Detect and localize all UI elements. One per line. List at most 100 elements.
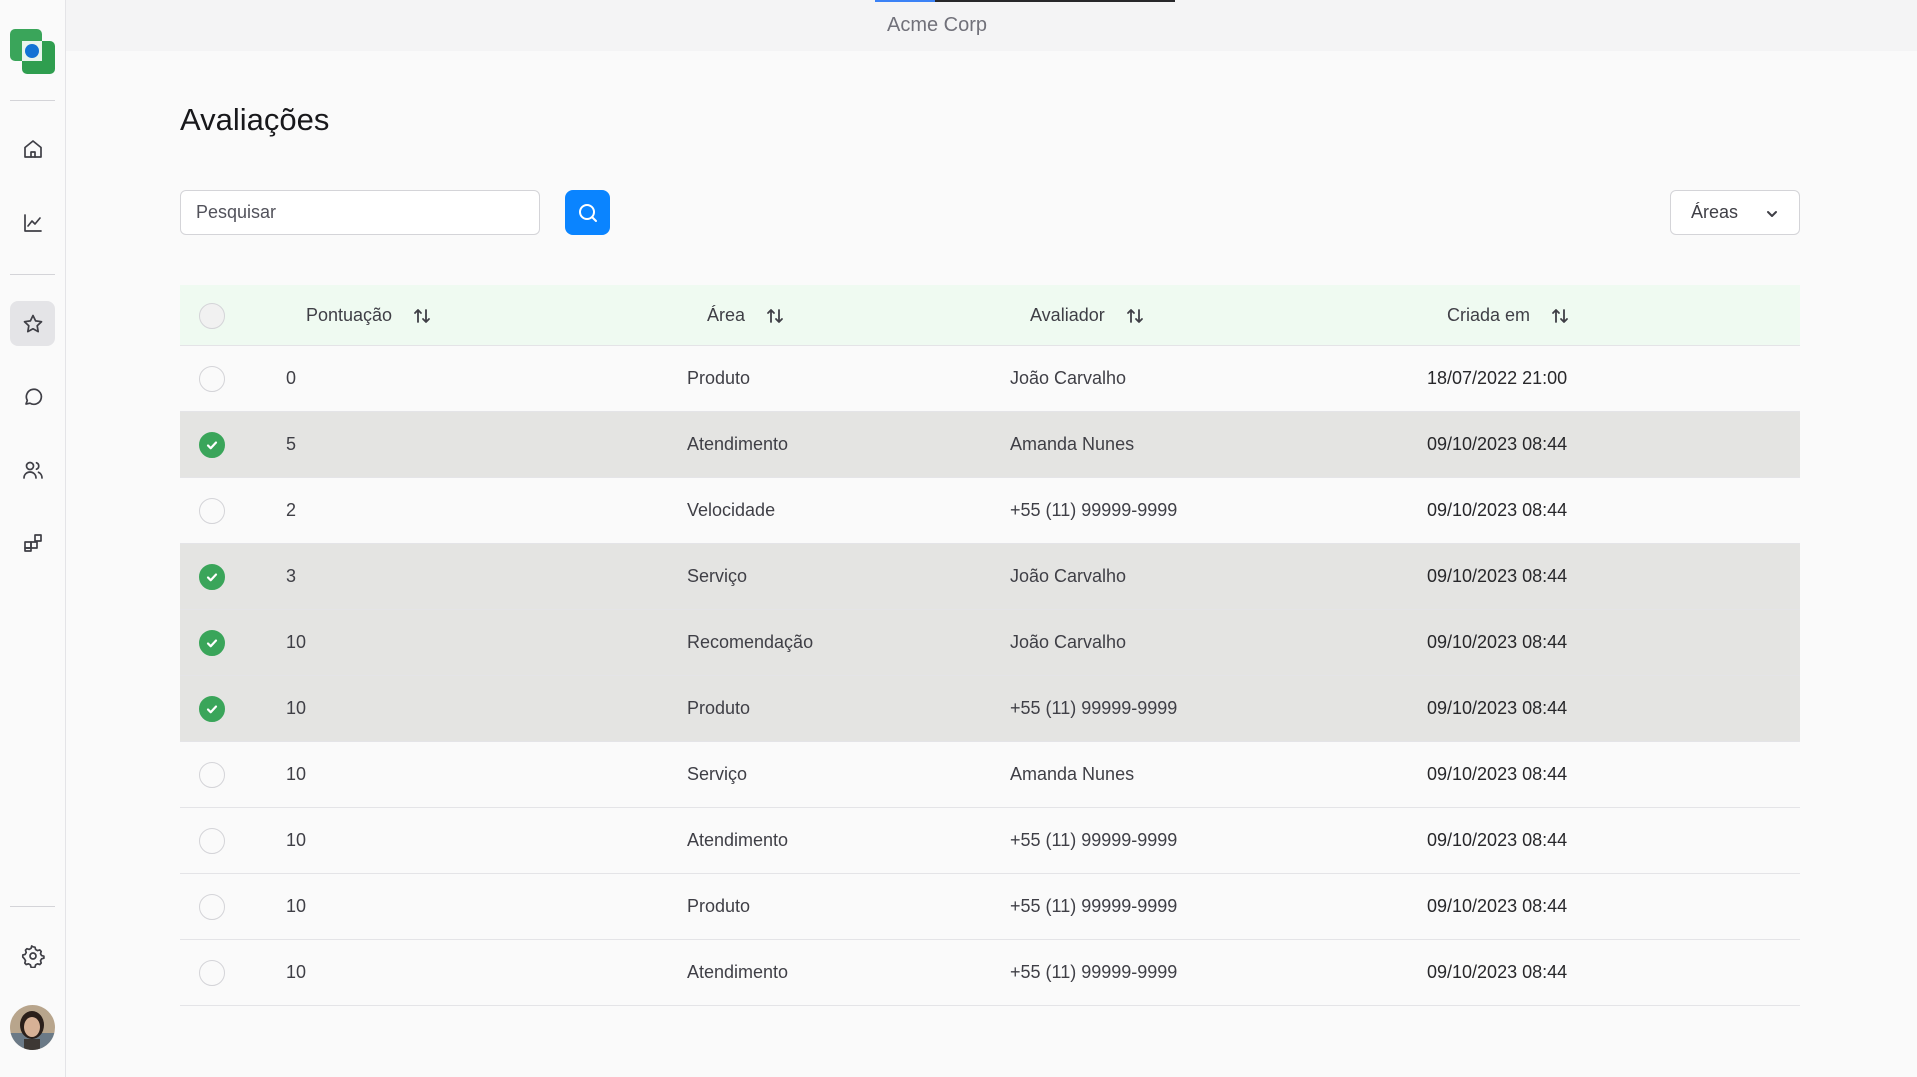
row-checkbox[interactable]	[199, 695, 225, 722]
search-input[interactable]	[180, 190, 540, 235]
area-cell: Serviço	[687, 764, 748, 784]
score-cell: 10	[286, 764, 307, 784]
table-row[interactable]: 10 Atendimento +55 (11) 99999-9999 09/10/20…	[180, 808, 1800, 874]
sidebar-item-users[interactable]	[10, 447, 55, 492]
score-cell: 10	[286, 698, 307, 718]
app-logo[interactable]	[10, 29, 55, 74]
table-row[interactable]: 10 Serviço Amanda Nunes 09/10/2023 08:44	[180, 742, 1800, 808]
area-cell: Produto	[687, 896, 751, 916]
sidebar-item-settings[interactable]	[10, 933, 55, 978]
sidebar-item-home[interactable]	[10, 126, 55, 171]
home-icon	[23, 139, 42, 158]
created-cell: 09/10/2023 08:44	[1427, 434, 1568, 454]
sidebar-item-ratings[interactable]	[10, 301, 55, 346]
table-row[interactable]: 2 Velocidade +55 (11) 99999-9999 09/10/2023…	[180, 478, 1800, 544]
created-cell: 09/10/2023 08:44	[1427, 962, 1568, 982]
area-cell: Atendimento	[687, 830, 789, 850]
created-cell: 09/10/2023 08:44	[1427, 566, 1568, 586]
created-cell: 09/10/2023 08:44	[1427, 698, 1568, 718]
table-row[interactable]: 10 Atendimento +55 (11) 99999-9999 09/10/20…	[180, 940, 1800, 1006]
row-checkbox[interactable]	[199, 893, 225, 920]
table-row[interactable]: 10 Produto +55 (11) 99999-9999 09/10/2023 0…	[180, 676, 1800, 742]
search-icon	[578, 203, 597, 222]
evaluator-cell: Amanda Nunes	[1010, 434, 1135, 454]
row-checkbox[interactable]	[199, 497, 225, 524]
sidebar-divider	[10, 906, 55, 907]
row-checkbox[interactable]	[199, 563, 225, 590]
areas-dropdown-label: Áreas	[1691, 202, 1739, 222]
sort-created-button[interactable]	[1550, 306, 1570, 326]
sort-icon	[414, 308, 430, 323]
evaluator-cell: Amanda Nunes	[1010, 764, 1135, 784]
gear-icon	[21, 944, 45, 968]
column-header-created: Criada em	[1447, 305, 1531, 325]
score-cell: 10	[286, 830, 307, 850]
check-icon	[206, 704, 218, 713]
score-cell: 2	[286, 500, 297, 520]
created-cell: 09/10/2023 08:44	[1427, 632, 1568, 652]
sidebar	[0, 0, 66, 1077]
row-checkbox[interactable]	[199, 365, 225, 392]
area-cell: Produto	[687, 368, 751, 388]
score-cell: 10	[286, 896, 307, 916]
column-header-score: Pontuação	[306, 305, 393, 325]
score-cell: 10	[286, 632, 307, 652]
sort-area-button[interactable]	[765, 306, 785, 326]
sort-icon	[1552, 308, 1568, 323]
row-checkbox[interactable]	[199, 629, 225, 656]
area-cell: Produto	[687, 698, 751, 718]
chevron-down-icon	[1767, 211, 1777, 217]
row-checkbox[interactable]	[199, 959, 225, 986]
score-cell: 3	[286, 566, 297, 586]
row-checkbox[interactable]	[199, 827, 225, 854]
table-row[interactable]: 10 Recomendação João Carvalho 09/10/2023 08…	[180, 610, 1800, 676]
table-row[interactable]: 0 Produto João Carvalho 18/07/2022 21:00	[180, 346, 1800, 412]
evaluator-cell: +55 (11) 99999-9999	[1010, 500, 1178, 520]
sidebar-divider	[10, 274, 55, 275]
area-cell: Atendimento	[687, 434, 789, 454]
score-cell: 10	[286, 962, 307, 982]
row-checkbox[interactable]	[199, 761, 225, 788]
areas-dropdown[interactable]: Áreas	[1670, 190, 1800, 235]
area-cell: Atendimento	[687, 962, 789, 982]
created-cell: 18/07/2022 21:00	[1427, 368, 1568, 388]
select-all-checkbox[interactable]	[199, 302, 225, 329]
check-icon	[206, 440, 218, 449]
apps-icon	[23, 533, 42, 552]
org-name: Acme Corp	[886, 14, 988, 36]
sort-icon	[1126, 308, 1143, 323]
sidebar-item-reports[interactable]	[10, 200, 55, 245]
table-row[interactable]: 3 Serviço João Carvalho 09/10/2023 08:44	[180, 544, 1800, 610]
evaluator-cell: +55 (11) 99999-9999	[1010, 698, 1178, 718]
evaluator-cell: +55 (11) 99999-9999	[1010, 962, 1178, 982]
table-row[interactable]: 10 Produto +55 (11) 99999-9999 09/10/2023 0…	[180, 874, 1800, 940]
table-header: Pontuação Área Avaliador Criada em	[180, 285, 1800, 346]
chart-icon	[23, 213, 42, 232]
check-icon	[206, 572, 218, 581]
sort-score-button[interactable]	[412, 306, 432, 326]
chat-icon	[24, 387, 42, 405]
check-icon	[206, 638, 218, 647]
evaluator-cell: +55 (11) 99999-9999	[1010, 830, 1178, 850]
sort-icon	[767, 308, 783, 323]
top-bar: Acme Corp	[66, 0, 1917, 51]
evaluator-cell: João Carvalho	[1010, 368, 1127, 388]
sidebar-item-integrations[interactable]	[10, 520, 55, 565]
created-cell: 09/10/2023 08:44	[1427, 500, 1568, 520]
row-checkbox[interactable]	[199, 431, 225, 458]
evaluator-cell: João Carvalho	[1010, 566, 1127, 586]
page-title: Avaliações	[180, 102, 330, 137]
users-icon	[22, 461, 43, 479]
area-cell: Recomendação	[687, 632, 814, 652]
created-cell: 09/10/2023 08:44	[1427, 764, 1568, 784]
sidebar-item-messages[interactable]	[10, 374, 55, 419]
evaluator-cell: João Carvalho	[1010, 632, 1127, 652]
score-cell: 0	[286, 368, 297, 388]
user-avatar[interactable]	[10, 1005, 55, 1050]
sort-evaluator-button[interactable]	[1125, 306, 1145, 326]
column-header-area: Área	[707, 305, 746, 325]
search-button[interactable]	[565, 190, 610, 235]
table-row[interactable]: 5 Atendimento Amanda Nunes 09/10/2023 08:44	[180, 412, 1800, 478]
ratings-table: Pontuação Área Avaliador Criada em 0 Prod…	[180, 285, 1800, 1006]
sidebar-divider	[10, 100, 55, 101]
